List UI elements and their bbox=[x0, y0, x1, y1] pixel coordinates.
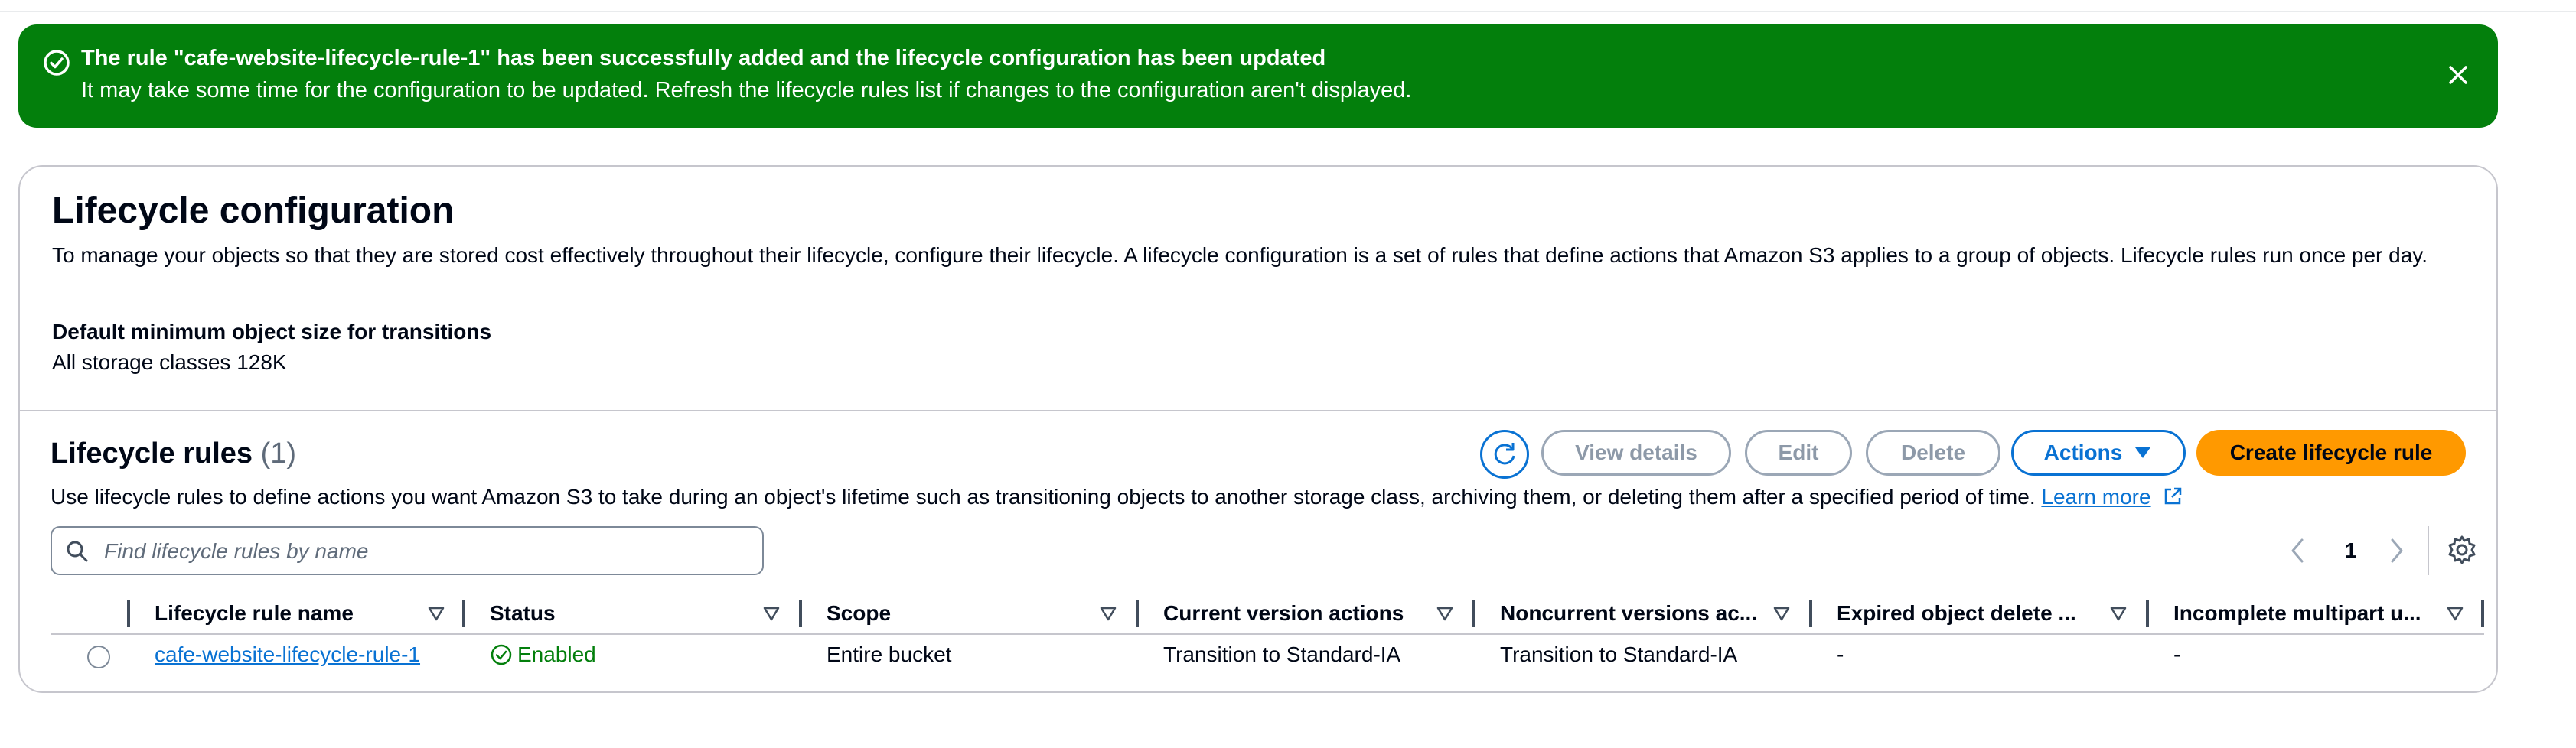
sort-icon[interactable] bbox=[2444, 603, 2466, 624]
column-separator bbox=[2146, 600, 2149, 627]
rules-description-line: Use lifecycle rules to define actions yo… bbox=[51, 485, 2183, 509]
column-separator bbox=[462, 600, 465, 627]
rules-heading: Lifecycle rules (1) bbox=[51, 437, 296, 470]
refresh-button[interactable] bbox=[1480, 430, 1529, 479]
row-select-radio[interactable] bbox=[87, 646, 110, 668]
column-header-noncurrent-actions[interactable]: Noncurrent versions ac... bbox=[1500, 595, 1794, 633]
status-check-icon bbox=[491, 644, 512, 665]
column-separator bbox=[127, 600, 130, 627]
column-header-expired-delete[interactable]: Expired object delete ... bbox=[1837, 595, 2131, 633]
flash-title: The rule "cafe-website-lifecycle-rule-1"… bbox=[81, 46, 1326, 70]
column-separator bbox=[1136, 600, 1139, 627]
incomplete-multipart-cell: - bbox=[2173, 642, 2181, 666]
sort-icon[interactable] bbox=[426, 603, 447, 624]
view-details-button[interactable]: View details bbox=[1541, 430, 1731, 476]
success-check-icon bbox=[44, 50, 70, 76]
column-label: Lifecycle rule name bbox=[155, 601, 354, 625]
page-number[interactable]: 1 bbox=[2345, 538, 2357, 563]
gear-icon[interactable] bbox=[2446, 534, 2478, 566]
flash-message: It may take some time for the configurat… bbox=[81, 78, 1412, 102]
rule-name-link[interactable]: cafe-website-lifecycle-rule-1 bbox=[155, 642, 420, 667]
column-header-incomplete-multipart[interactable]: Incomplete multipart u... bbox=[2173, 595, 2467, 633]
table-row[interactable]: cafe-website-lifecycle-rule-1 Enabled En… bbox=[51, 639, 2484, 685]
search-input[interactable] bbox=[103, 534, 748, 569]
column-label: Status bbox=[490, 601, 556, 625]
column-header-current-actions[interactable]: Current version actions bbox=[1163, 595, 1457, 633]
column-separator bbox=[2481, 600, 2484, 627]
top-divider bbox=[0, 11, 2576, 12]
delete-button[interactable]: Delete bbox=[1866, 430, 2000, 476]
noncurrent-actions-cell: Transition to Standard-IA bbox=[1500, 642, 1738, 666]
rules-title: Lifecycle rules bbox=[51, 437, 253, 470]
sort-icon[interactable] bbox=[1097, 603, 1119, 624]
column-header-status[interactable]: Status bbox=[490, 595, 784, 633]
table-header-divider bbox=[51, 633, 2484, 635]
caret-down-icon bbox=[2135, 447, 2151, 458]
sort-icon[interactable] bbox=[1771, 603, 1792, 624]
column-separator bbox=[1472, 600, 1475, 627]
close-icon[interactable] bbox=[2440, 57, 2477, 93]
refresh-icon bbox=[1494, 443, 1515, 465]
column-header-scope[interactable]: Scope bbox=[827, 595, 1120, 633]
actions-dropdown-button[interactable]: Actions bbox=[2011, 430, 2186, 476]
status-text: Enabled bbox=[517, 642, 596, 666]
sort-icon[interactable] bbox=[761, 603, 782, 624]
success-flashbar: The rule "cafe-website-lifecycle-rule-1"… bbox=[18, 24, 2498, 128]
create-lifecycle-rule-button[interactable]: Create lifecycle rule bbox=[2196, 430, 2466, 476]
rules-count: (1) bbox=[260, 437, 297, 470]
previous-page-icon[interactable] bbox=[2284, 535, 2311, 566]
edit-button[interactable]: Edit bbox=[1745, 430, 1852, 476]
column-label: Noncurrent versions ac... bbox=[1500, 601, 1758, 625]
column-label: Current version actions bbox=[1163, 601, 1404, 625]
actions-label: Actions bbox=[2043, 441, 2123, 464]
sort-icon[interactable] bbox=[2108, 603, 2129, 624]
column-separator bbox=[1809, 600, 1812, 627]
external-link-icon[interactable] bbox=[2163, 486, 2183, 506]
pagination-divider bbox=[2428, 526, 2429, 575]
search-icon bbox=[67, 541, 88, 562]
learn-more-link[interactable]: Learn more bbox=[2041, 485, 2150, 509]
column-header-name[interactable]: Lifecycle rule name bbox=[155, 595, 445, 633]
expired-delete-cell: - bbox=[1837, 642, 1844, 666]
current-actions-cell: Transition to Standard-IA bbox=[1163, 642, 1401, 666]
search-field[interactable] bbox=[51, 526, 764, 575]
column-label: Scope bbox=[827, 601, 892, 625]
next-page-icon[interactable] bbox=[2383, 535, 2411, 566]
scope-cell: Entire bucket bbox=[827, 642, 952, 666]
column-label: Expired object delete ... bbox=[1837, 601, 2076, 625]
sort-icon[interactable] bbox=[1434, 603, 1456, 624]
rules-description: Use lifecycle rules to define actions yo… bbox=[51, 485, 2036, 509]
column-label: Incomplete multipart u... bbox=[2173, 601, 2421, 625]
column-separator bbox=[799, 600, 802, 627]
status-cell: Enabled bbox=[490, 642, 596, 667]
table-header: Lifecycle rule name Status Scope Current… bbox=[51, 595, 2484, 633]
